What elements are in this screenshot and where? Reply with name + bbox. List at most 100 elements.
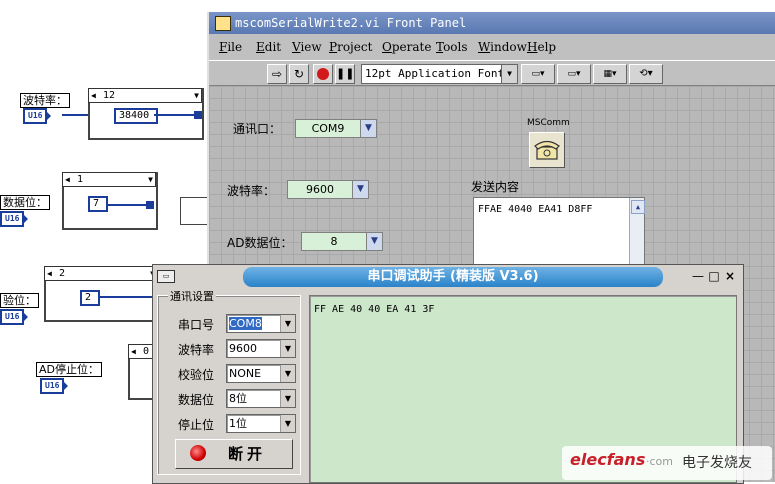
case-selector[interactable]: ◀ 12 ▼ xyxy=(88,88,202,103)
parity-constant[interactable]: 2 xyxy=(80,290,100,306)
menu-project[interactable]: Project xyxy=(329,40,372,54)
menu-window[interactable]: Window xyxy=(478,40,527,54)
menu-file[interactable]: File xyxy=(219,40,242,54)
status-led-icon xyxy=(190,445,206,461)
font-selector[interactable]: 12pt Application Font ▼ xyxy=(361,64,518,84)
diagram-stopbits-label: AD停止位： xyxy=(36,362,102,377)
databits-select[interactable]: 8位 ▼ xyxy=(226,389,296,408)
case-structure-baud[interactable]: ◀ 12 ▼ 38400 xyxy=(88,88,204,140)
case-prev-icon[interactable]: ◀ xyxy=(65,173,70,186)
minimize-icon[interactable]: — xyxy=(691,269,705,283)
chevron-down-icon[interactable]: ▼ xyxy=(360,120,376,137)
run-arrow-icon[interactable]: ⇨ xyxy=(267,64,287,84)
mscomm-label: MSComm xyxy=(527,118,570,128)
diagram-stopbits-u16[interactable]: U16 xyxy=(40,378,69,394)
baud-label: 波特率 xyxy=(178,343,215,357)
maximize-icon[interactable]: □ xyxy=(707,269,721,283)
toolbar: ⇨ ↻ ❚❚ 12pt Application Font ▼ ▭▾ ▭▾ ▦▾ … xyxy=(209,60,775,86)
baud-label: 波特率： xyxy=(227,184,276,198)
databits-ring[interactable]: 8 ▼ xyxy=(301,232,383,251)
disconnect-button[interactable]: 断开 xyxy=(175,439,293,469)
watermark-domain: ·com xyxy=(646,455,673,468)
databits-label: AD数据位： xyxy=(227,236,293,250)
app-icon: ▭ xyxy=(157,270,175,283)
tunnel xyxy=(194,111,202,119)
baud-ring-value: 9600 xyxy=(306,183,334,196)
menu-tools[interactable]: Tools xyxy=(436,40,468,54)
case-selector[interactable]: ◀ 1 ▼ xyxy=(62,172,156,187)
diagram-parity-label: 验位： xyxy=(0,293,39,308)
menu-operate[interactable]: Operate xyxy=(382,40,431,54)
pause-icon[interactable]: ❚❚ xyxy=(335,64,355,84)
menu-edit[interactable]: Edit xyxy=(256,40,281,54)
align-objects-icon[interactable]: ▭▾ xyxy=(521,64,555,84)
chevron-down-icon[interactable]: ▼ xyxy=(280,315,295,332)
chevron-down-icon[interactable]: ▼ xyxy=(280,415,295,432)
case-prev-icon[interactable]: ◀ xyxy=(47,267,52,280)
parity-label: 校验位 xyxy=(178,368,215,382)
watermark-cn: 电子发烧友 xyxy=(682,455,752,471)
settings-group-label: 通讯设置 xyxy=(168,288,216,304)
parity-select-value: NONE xyxy=(229,367,262,380)
font-selector-value: 12pt Application Font xyxy=(365,67,505,80)
reorder-icon[interactable]: ⟲▾ xyxy=(629,64,663,84)
menu-help[interactable]: Help xyxy=(527,40,556,54)
case-selector-value: 0 xyxy=(143,346,150,357)
abort-icon[interactable] xyxy=(313,64,333,84)
baud-select[interactable]: 9600 ▼ xyxy=(226,339,296,358)
baud-ring[interactable]: 9600 ▼ xyxy=(287,180,369,199)
case-dropdown-icon[interactable]: ▼ xyxy=(194,89,199,102)
parity-select[interactable]: NONE ▼ xyxy=(226,364,296,383)
baud-constant[interactable]: 38400 xyxy=(114,108,158,124)
databits-constant[interactable]: 7 xyxy=(88,196,108,212)
port-select-value: COM8 xyxy=(229,317,262,330)
chevron-down-icon[interactable]: ▼ xyxy=(280,365,295,382)
chevron-down-icon[interactable]: ▼ xyxy=(501,65,517,83)
chevron-down-icon[interactable]: ▼ xyxy=(352,181,368,198)
chevron-down-icon[interactable]: ▼ xyxy=(366,233,382,250)
stopbits-label: 停止位 xyxy=(178,418,215,432)
diagram-baud-label: 波特率： xyxy=(20,93,70,108)
distribute-objects-icon[interactable]: ▭▾ xyxy=(557,64,591,84)
case-prev-icon[interactable]: ◀ xyxy=(131,345,136,358)
case-selector-value: 2 xyxy=(59,268,66,279)
received-data: FF AE 40 40 EA 41 3F xyxy=(314,304,435,315)
run-continuous-icon[interactable]: ↻ xyxy=(289,64,309,84)
baud-select-value: 9600 xyxy=(229,342,257,355)
resize-objects-icon[interactable]: ▦▾ xyxy=(593,64,627,84)
stopbits-select-value: 1位 xyxy=(229,417,247,430)
port-ring[interactable]: COM9 ▼ xyxy=(295,119,377,138)
tunnel xyxy=(146,201,154,209)
port-select[interactable]: COM8 ▼ xyxy=(226,314,296,333)
chevron-down-icon[interactable]: ▼ xyxy=(280,390,295,407)
wire xyxy=(98,296,154,298)
chevron-down-icon[interactable]: ▼ xyxy=(280,340,295,357)
telephone-icon[interactable] xyxy=(529,132,565,168)
case-prev-icon[interactable]: ◀ xyxy=(91,89,96,102)
front-panel-titlebar[interactable]: mscomSerialWrite2.vi Front Panel xyxy=(209,12,775,34)
diagram-databits-u16[interactable]: U16 xyxy=(0,211,29,227)
case-selector[interactable]: ◀ 2 ▼ xyxy=(44,266,158,281)
case-structure-parity[interactable]: ◀ 2 ▼ 2 xyxy=(44,266,160,322)
scroll-up-icon[interactable]: ▲ xyxy=(631,200,645,214)
disconnect-button-label: 断开 xyxy=(228,445,267,463)
serial-debugger-titlebar[interactable]: ▭ 串口调试助手 (精装版 V3.6) — □ × xyxy=(153,265,743,289)
databits-select-value: 8位 xyxy=(229,392,247,405)
subvi-node[interactable] xyxy=(180,197,210,225)
port-label: 串口号 xyxy=(178,318,215,332)
vi-icon xyxy=(215,16,231,31)
send-label: 发送内容 xyxy=(471,180,520,194)
port-label: 通讯口： xyxy=(233,122,282,136)
menu-view[interactable]: View xyxy=(292,40,322,54)
diagram-baud-u16[interactable]: U16 xyxy=(23,108,52,124)
port-ring-value: COM9 xyxy=(311,122,345,135)
case-structure-databits[interactable]: ◀ 1 ▼ 7 xyxy=(62,172,158,230)
front-panel-title: mscomSerialWrite2.vi Front Panel xyxy=(235,16,467,30)
databits-label: 数据位 xyxy=(178,393,215,407)
case-dropdown-icon[interactable]: ▼ xyxy=(148,173,153,186)
watermark-brand: elecfans xyxy=(570,450,646,469)
diagram-parity-u16[interactable]: U16 xyxy=(0,309,29,325)
close-icon[interactable]: × xyxy=(723,269,737,283)
diagram-databits-label: 数据位： xyxy=(0,195,50,210)
stopbits-select[interactable]: 1位 ▼ xyxy=(226,414,296,433)
